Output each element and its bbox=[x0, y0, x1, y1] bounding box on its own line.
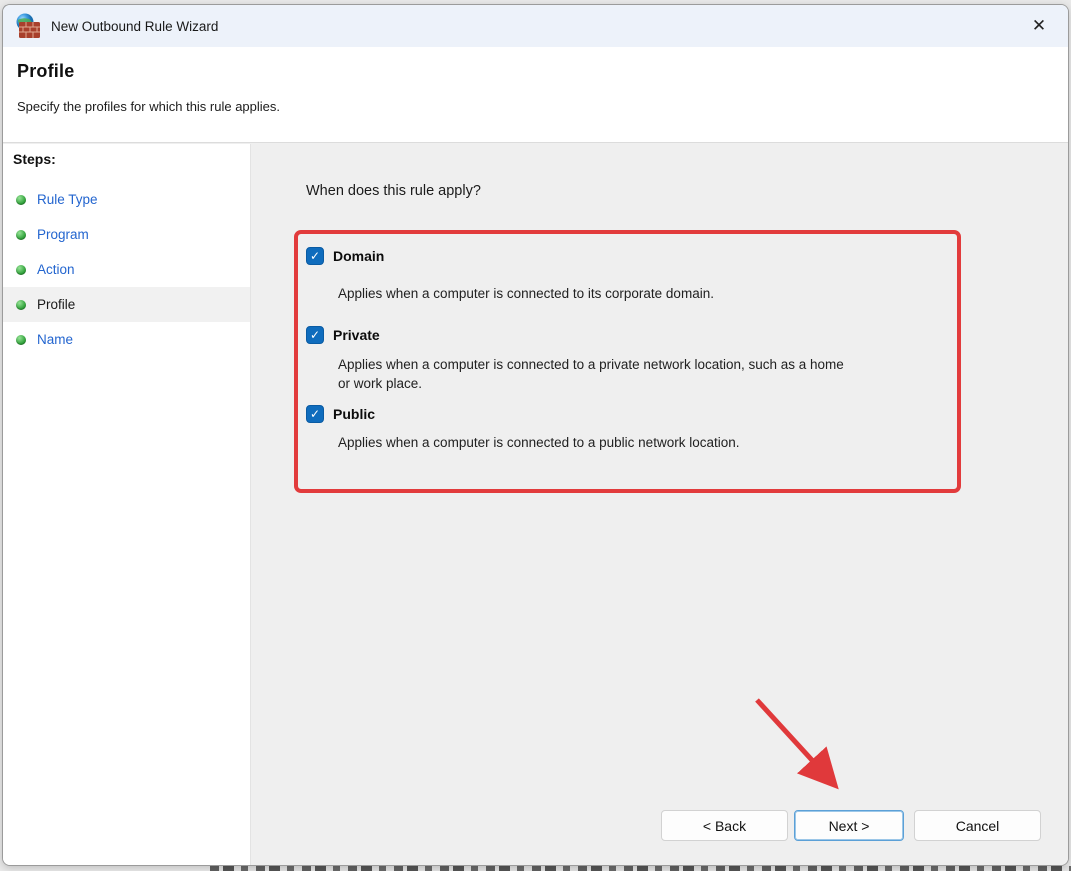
sidebar-item-rule-type[interactable]: Rule Type bbox=[3, 182, 250, 217]
step-label: Program bbox=[37, 227, 89, 242]
private-checkbox[interactable]: ✓ bbox=[306, 326, 324, 344]
domain-checkbox[interactable]: ✓ bbox=[306, 247, 324, 265]
public-checkbox[interactable]: ✓ bbox=[306, 405, 324, 423]
public-description: Applies when a computer is connected to … bbox=[338, 433, 938, 452]
cancel-button[interactable]: Cancel bbox=[914, 810, 1041, 841]
title-bar: New Outbound Rule Wizard ✕ bbox=[3, 5, 1068, 47]
public-label: Public bbox=[333, 406, 375, 422]
step-bullet-icon bbox=[16, 230, 26, 240]
step-bullet-icon bbox=[16, 265, 26, 275]
main-panel: When does this rule apply? ✓ Domain Appl… bbox=[252, 144, 1068, 865]
step-label: Action bbox=[37, 262, 75, 277]
sidebar-item-profile[interactable]: Profile bbox=[3, 287, 250, 322]
next-button[interactable]: Next > bbox=[794, 810, 904, 841]
step-label: Name bbox=[37, 332, 73, 347]
sidebar-item-name[interactable]: Name bbox=[3, 322, 250, 357]
steps-list: Rule Type Program Action Profile bbox=[3, 182, 250, 357]
step-label: Profile bbox=[37, 297, 75, 312]
steps-heading: Steps: bbox=[3, 144, 250, 174]
annotation-arrow bbox=[747, 690, 862, 810]
private-description: Applies when a computer is connected to … bbox=[338, 355, 938, 393]
wizard-body: Steps: Rule Type Program Action bbox=[3, 144, 1068, 865]
steps-sidebar: Steps: Rule Type Program Action bbox=[3, 144, 251, 865]
close-icon[interactable]: ✕ bbox=[1024, 11, 1054, 41]
screen: New Outbound Rule Wizard ✕ Profile Speci… bbox=[0, 0, 1071, 871]
question-text: When does this rule apply? bbox=[306, 183, 481, 199]
step-bullet-icon bbox=[16, 195, 26, 205]
checkmark-icon: ✓ bbox=[310, 250, 320, 262]
checkmark-icon: ✓ bbox=[310, 408, 320, 420]
page-title: Profile bbox=[17, 61, 1068, 82]
background-window-artifact bbox=[210, 866, 1071, 871]
sidebar-item-action[interactable]: Action bbox=[3, 252, 250, 287]
private-label: Private bbox=[333, 327, 380, 343]
page-subtitle: Specify the profiles for which this rule… bbox=[17, 99, 1068, 114]
step-bullet-icon bbox=[16, 300, 26, 310]
step-bullet-icon bbox=[16, 335, 26, 345]
step-label: Rule Type bbox=[37, 192, 98, 207]
domain-description: Applies when a computer is connected to … bbox=[338, 284, 938, 303]
back-button[interactable]: < Back bbox=[661, 810, 788, 841]
window-title: New Outbound Rule Wizard bbox=[51, 19, 218, 34]
sidebar-item-program[interactable]: Program bbox=[3, 217, 250, 252]
checkmark-icon: ✓ bbox=[310, 329, 320, 341]
wizard-header: Profile Specify the profiles for which t… bbox=[3, 47, 1068, 143]
firewall-icon bbox=[15, 13, 41, 39]
domain-label: Domain bbox=[333, 248, 384, 264]
wizard-dialog: New Outbound Rule Wizard ✕ Profile Speci… bbox=[2, 4, 1069, 866]
